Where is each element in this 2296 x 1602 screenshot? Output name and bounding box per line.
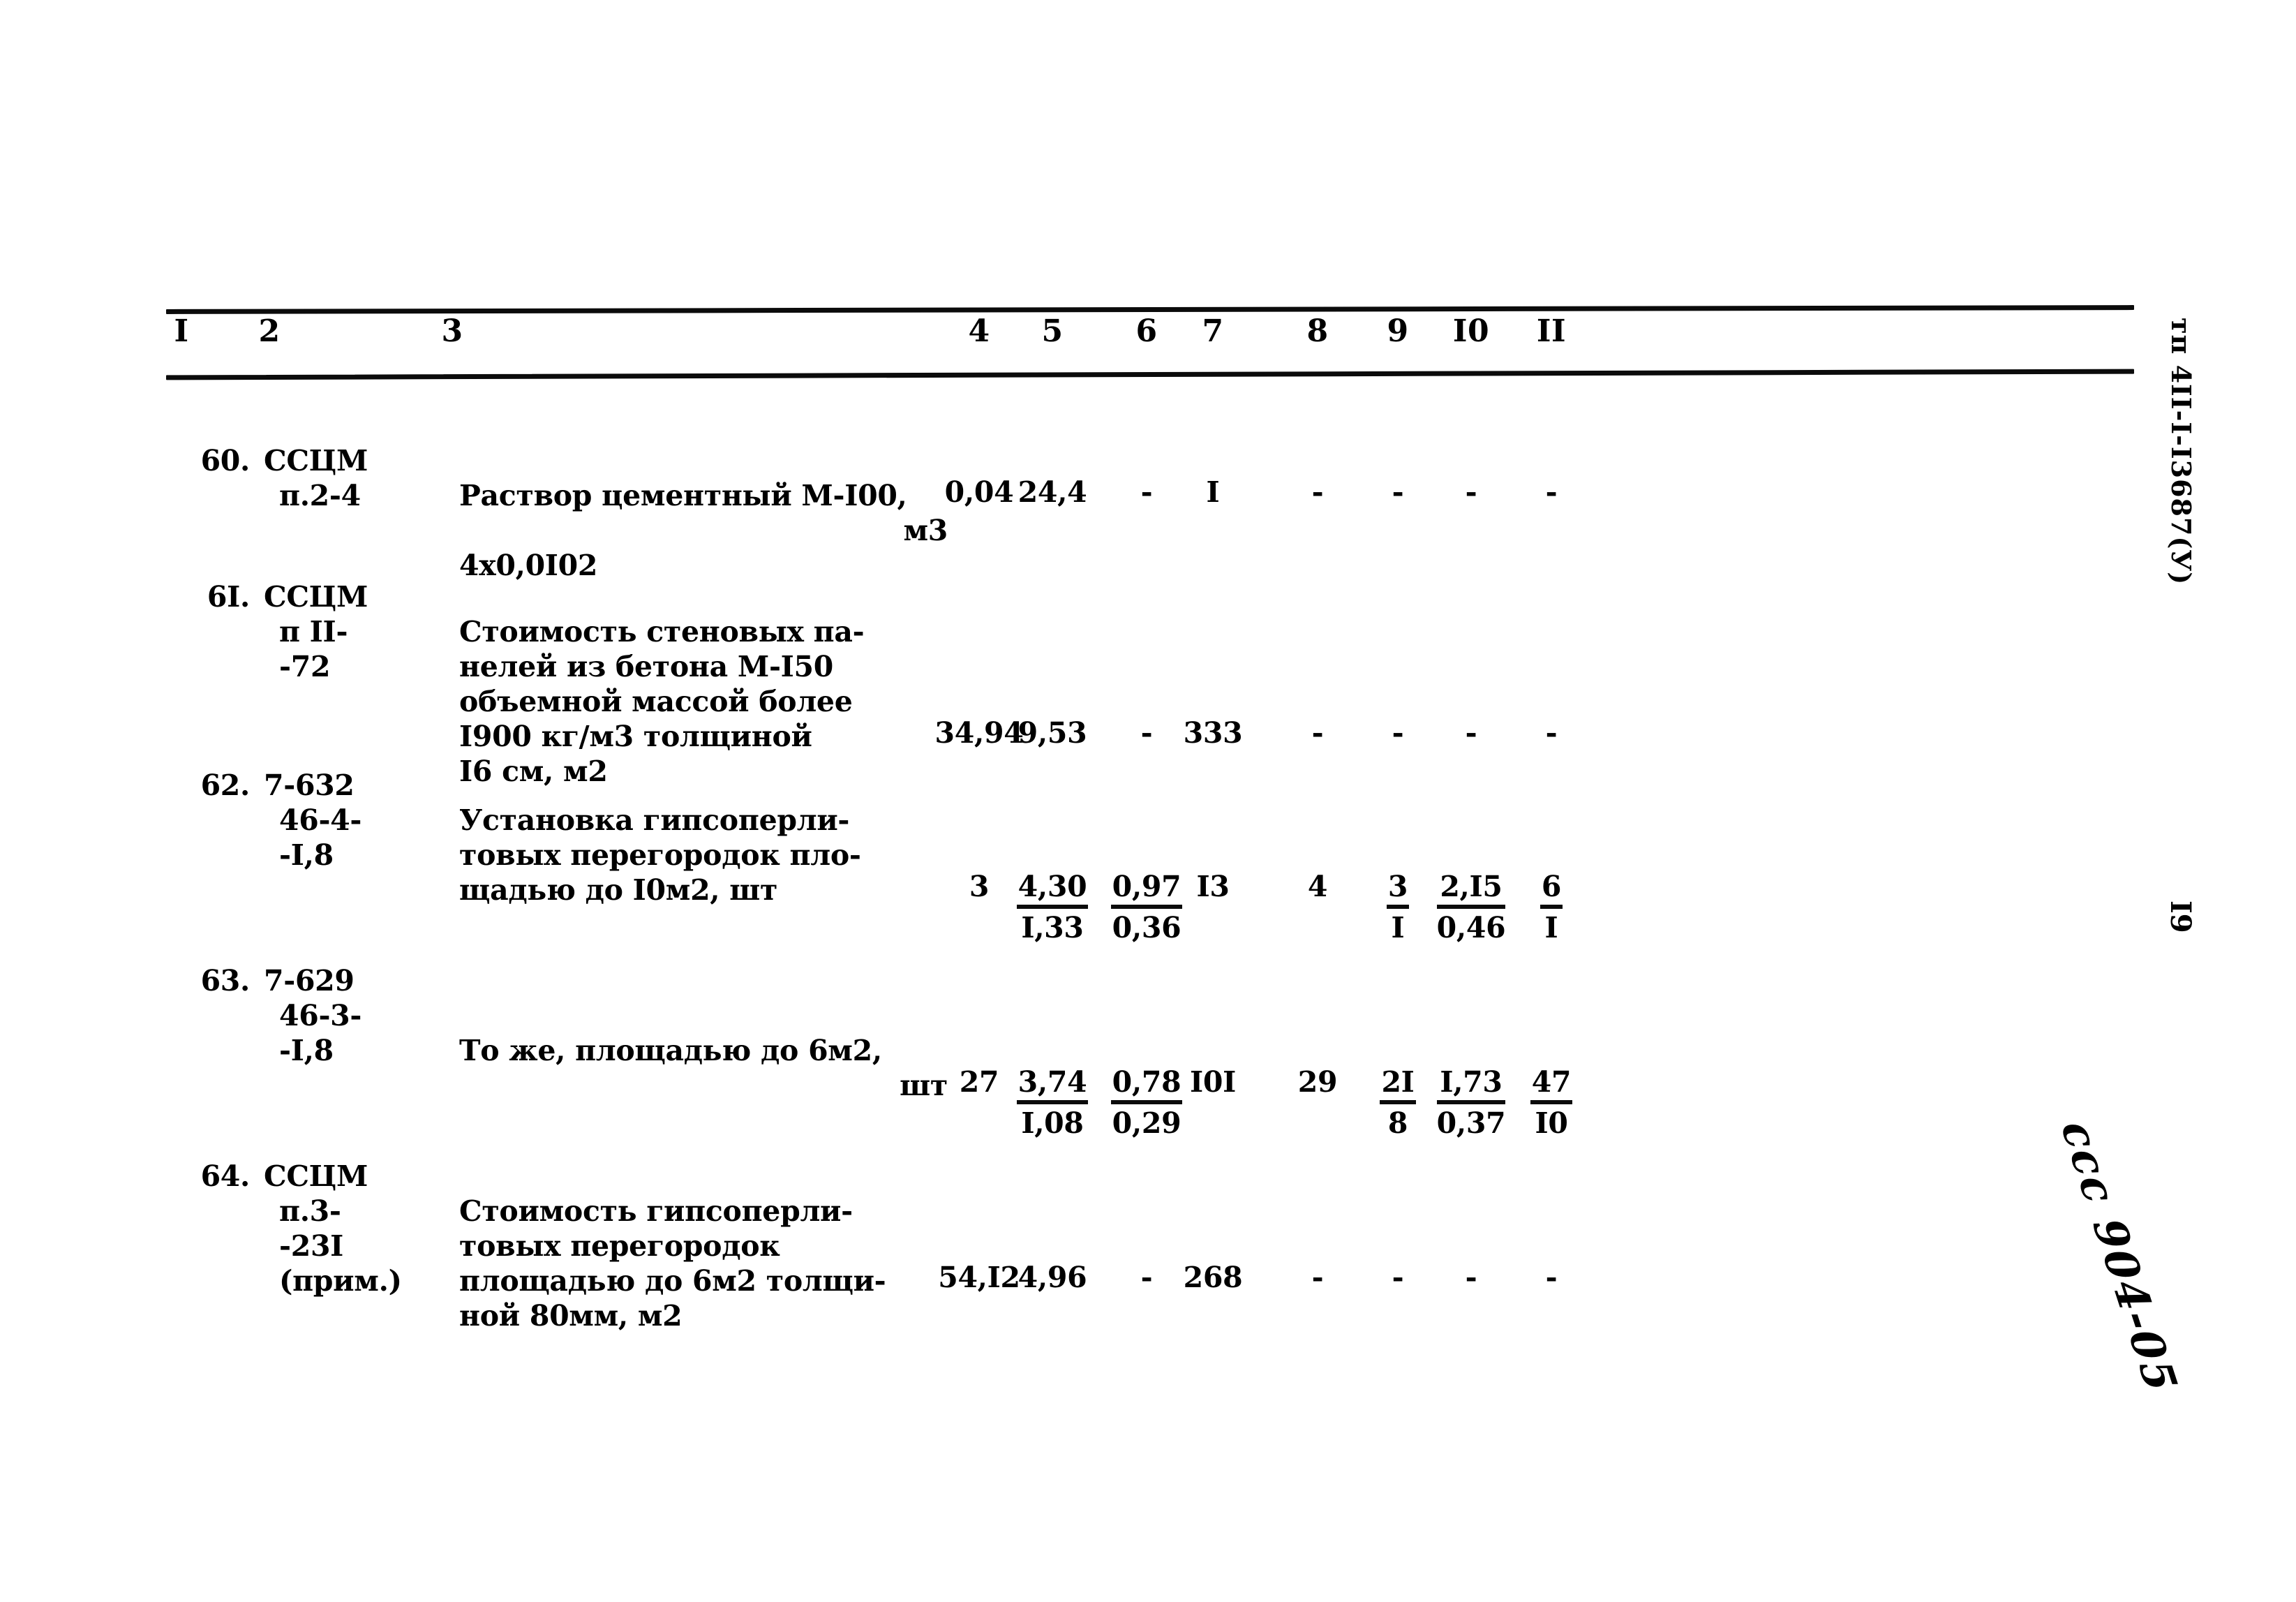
- row-description-line: объемной массой более: [459, 685, 853, 718]
- column-header-5: 5: [1041, 313, 1064, 349]
- row-norm-code: 7-632 46-4- -I,8: [264, 768, 445, 873]
- row-norm-code-line: 7-632: [264, 769, 355, 802]
- row-value-col-11: -: [1545, 716, 1558, 750]
- row-description-line: нелей из бетона М-I50: [459, 650, 833, 683]
- row-value-col-11: 47 I0: [1447, 1065, 1656, 1141]
- row-item-number: 60.: [200, 444, 251, 477]
- row-norm-code: ССЦМ п II- -72: [264, 579, 445, 684]
- column-header-1: I: [174, 313, 189, 349]
- row-norm-code-line: (прим.): [279, 1264, 402, 1298]
- row-description-line: м3: [903, 514, 948, 547]
- row-value-col-6-denominator: 0,36: [1112, 911, 1181, 944]
- row-norm-code: ССЦМ п.3- -23I (прим.): [264, 1159, 445, 1298]
- row-description-line: товых перегородок пло-: [459, 838, 861, 872]
- table-body: 60. ССЦМ п.2-4 Раствор цементный М-I00, м3 4x…: [166, 377, 2134, 1347]
- column-header-8: 8: [1306, 313, 1329, 349]
- row-description-line: I6 см, м2: [459, 755, 608, 788]
- row-value-col-11: -: [1545, 1261, 1558, 1294]
- column-header-10: I0: [1452, 313, 1490, 349]
- row-description-line: ной 80мм, м2: [459, 1299, 683, 1333]
- row-value-col-11-numerator: 6: [1540, 869, 1563, 909]
- column-header-6: 6: [1135, 313, 1158, 349]
- row-norm-code-line: ССЦМ: [264, 1159, 368, 1193]
- row-norm-code-line: ССЦМ: [264, 444, 368, 477]
- row-norm-code-line: -I,8: [279, 838, 334, 872]
- table-header-row: I 2 3 4 5 6 7 8 9 I0 II: [166, 312, 2134, 372]
- row-norm-code-line: п.3-: [279, 1194, 341, 1228]
- row-value-col-6-denominator: 0,29: [1112, 1106, 1181, 1140]
- row-description-line: Стоимость гипсоперли-: [459, 1194, 853, 1228]
- document-code-margin-label: тп 4II-I-I3687(У): [2165, 318, 2197, 586]
- row-item-number: 64.: [200, 1159, 251, 1193]
- row-norm-code-line: 46-4-: [279, 803, 362, 837]
- row-norm-code-line: -I,8: [279, 1034, 334, 1067]
- column-header-11: II: [1536, 313, 1567, 349]
- document-page: I 2 3 4 5 6 7 8 9 I0 II 60. ССЦМ п.2-4 Раствор цемент…: [0, 0, 2296, 1602]
- column-header-7: 7: [1202, 313, 1224, 349]
- row-item-number: 62.: [200, 769, 251, 802]
- row-item-number: 63.: [200, 964, 251, 997]
- row-item-number: 6I.: [207, 580, 250, 614]
- row-description: Стоимость стеновых па-нелей из бетона М-…: [459, 614, 948, 789]
- row-norm-code: ССЦМ п.2-4: [264, 443, 445, 513]
- row-value-col-11: -: [1545, 475, 1558, 509]
- row-description-line: Стоимость стеновых па-: [459, 615, 865, 648]
- row-norm-code: 7-629 46-3- -I,8: [264, 963, 445, 1068]
- estimate-table: I 2 3 4 5 6 7 8 9 I0 II 60. ССЦМ п.2-4 Раствор цемент…: [165, 305, 2135, 1347]
- row-description-line: Установка гипсоперли-: [459, 803, 850, 837]
- page-number-margin-label: I9: [2164, 900, 2197, 933]
- row-value-col-11-denominator: I0: [1535, 1106, 1568, 1140]
- row-description-line: 4x0,0I02: [459, 549, 598, 582]
- row-value-col-11-denominator: I: [1544, 911, 1558, 944]
- row-description-line: товых перегородок: [459, 1229, 780, 1263]
- row-value-col-11: 6I: [1447, 869, 1656, 945]
- row-norm-code-line: -72: [279, 650, 331, 683]
- row-norm-code-line: п.2-4: [279, 479, 361, 512]
- row-norm-code-line: п II-: [279, 615, 348, 648]
- row-norm-code-line: 7-629: [264, 964, 355, 997]
- column-header-9: 9: [1387, 313, 1409, 349]
- row-description-line: То же, площадью до 6м2,: [459, 1034, 882, 1067]
- column-header-3: 3: [441, 313, 463, 349]
- column-header-2: 2: [258, 313, 281, 349]
- row-norm-code-line: ССЦМ: [264, 580, 368, 614]
- row-norm-code-line: -23I: [279, 1229, 344, 1263]
- row-value-col-11-numerator: 47: [1530, 1065, 1573, 1104]
- column-header-4: 4: [968, 313, 990, 349]
- row-norm-code-line: 46-3-: [279, 999, 362, 1032]
